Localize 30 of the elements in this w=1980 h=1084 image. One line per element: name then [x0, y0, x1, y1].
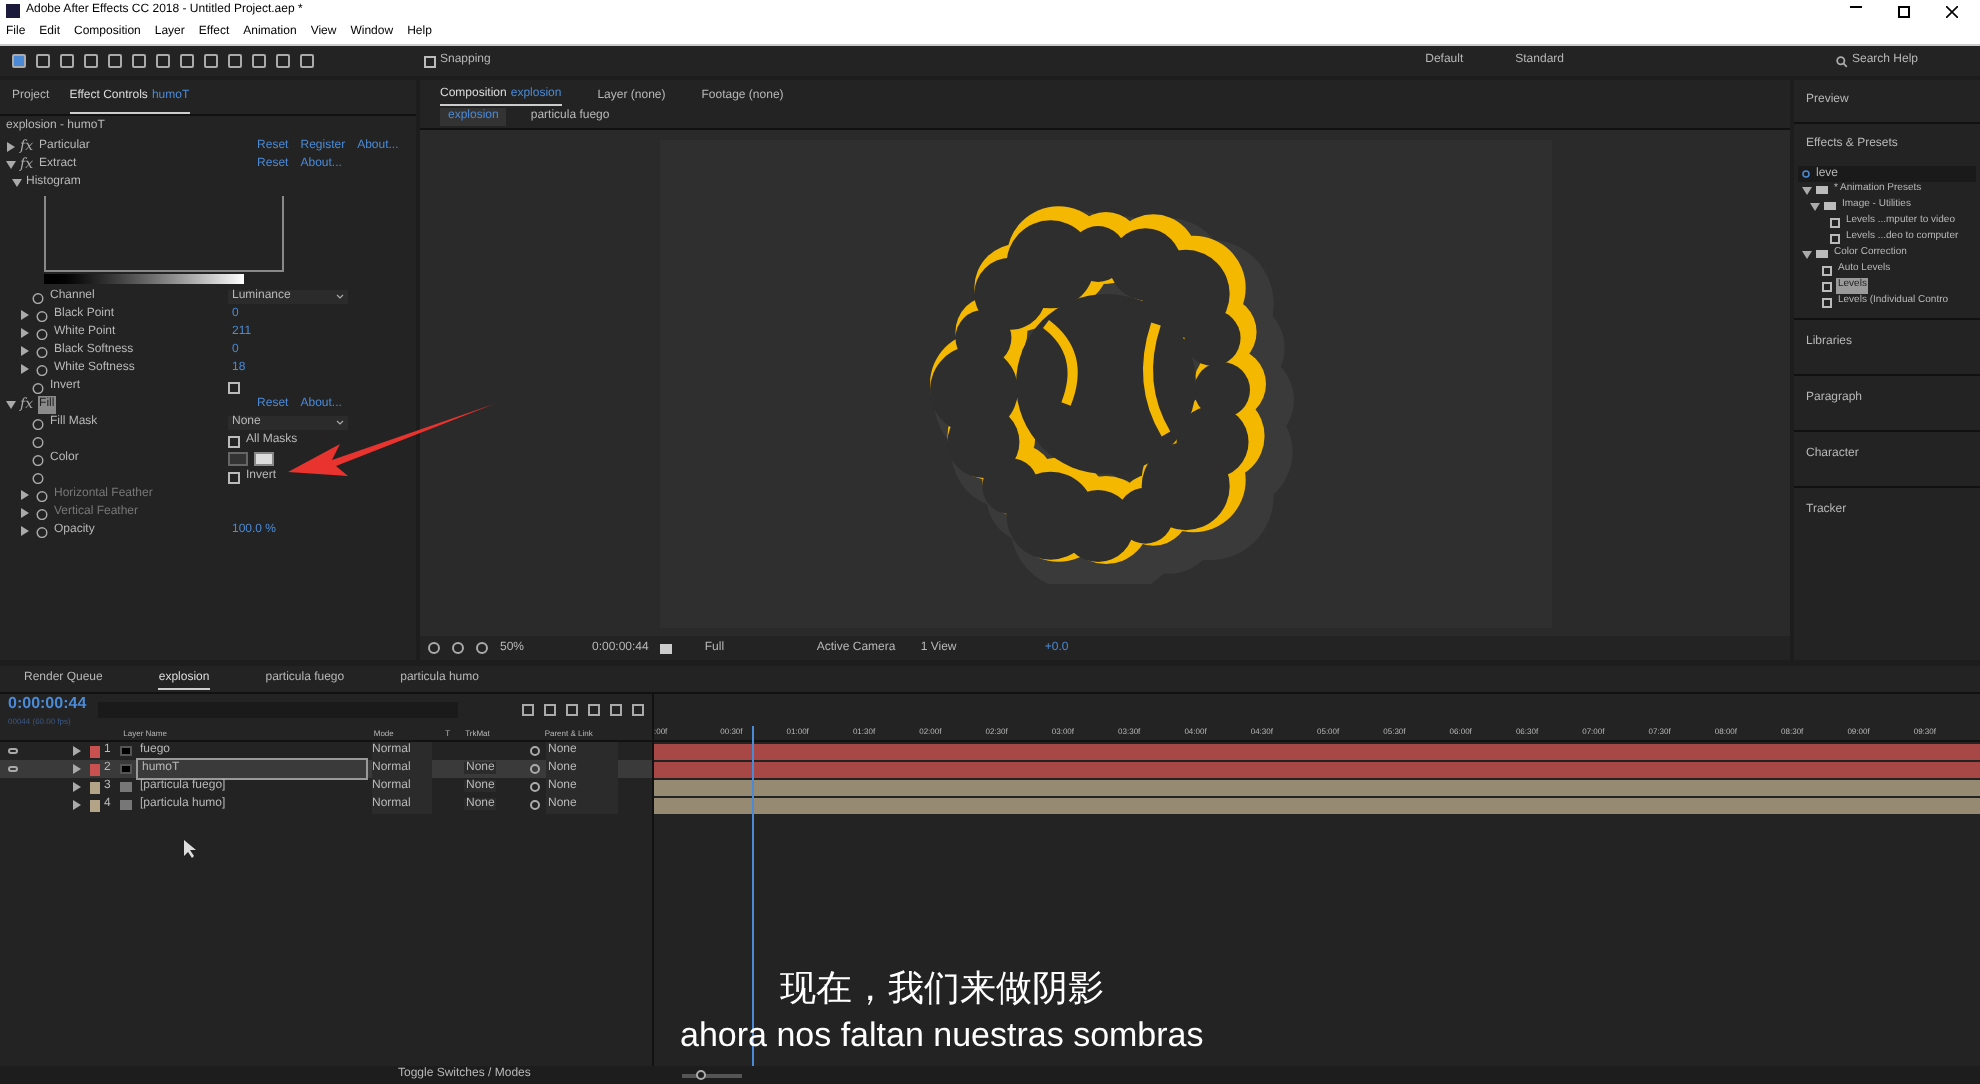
label-color-swatch[interactable]	[90, 799, 100, 811]
timeline-timecode[interactable]: 0:00:00:44	[8, 692, 87, 716]
checkbox[interactable]	[424, 55, 436, 67]
search-icon	[1836, 55, 1848, 67]
expanded-triangle-icon[interactable]	[1802, 249, 1812, 259]
layer-duration-bar[interactable]	[654, 779, 1980, 795]
folder-icon	[1816, 250, 1828, 258]
eye-icon[interactable]	[8, 766, 18, 772]
label-color-swatch[interactable]	[90, 763, 100, 775]
collapsed-triangle-icon[interactable]	[6, 142, 16, 152]
layer-duration-bar[interactable]	[654, 797, 1980, 813]
checkbox[interactable]	[228, 381, 240, 393]
minimize-icon[interactable]	[1850, 5, 1862, 7]
maximize-icon[interactable]	[1898, 5, 1910, 17]
color-swatch[interactable]	[228, 452, 248, 466]
label-color-swatch[interactable]	[90, 745, 100, 757]
checkbox[interactable]	[228, 435, 240, 447]
histogram-gradient[interactable]	[44, 274, 244, 284]
chevron-down-icon	[336, 420, 344, 426]
checkbox[interactable]	[228, 471, 240, 483]
subtitle-chinese: 现在，我们来做阴影	[779, 966, 1104, 1014]
eye-icon[interactable]	[8, 748, 18, 754]
expanded-triangle-icon[interactable]	[6, 400, 16, 410]
label-color-swatch[interactable]	[90, 781, 100, 793]
zoom-slider-thumb[interactable]	[696, 1069, 707, 1079]
search-icon	[1802, 169, 1812, 179]
chevron-down-icon	[336, 294, 344, 300]
mouse-cursor-icon	[184, 840, 196, 858]
close-icon[interactable]	[1946, 5, 1958, 17]
app-logo-icon	[6, 4, 20, 18]
